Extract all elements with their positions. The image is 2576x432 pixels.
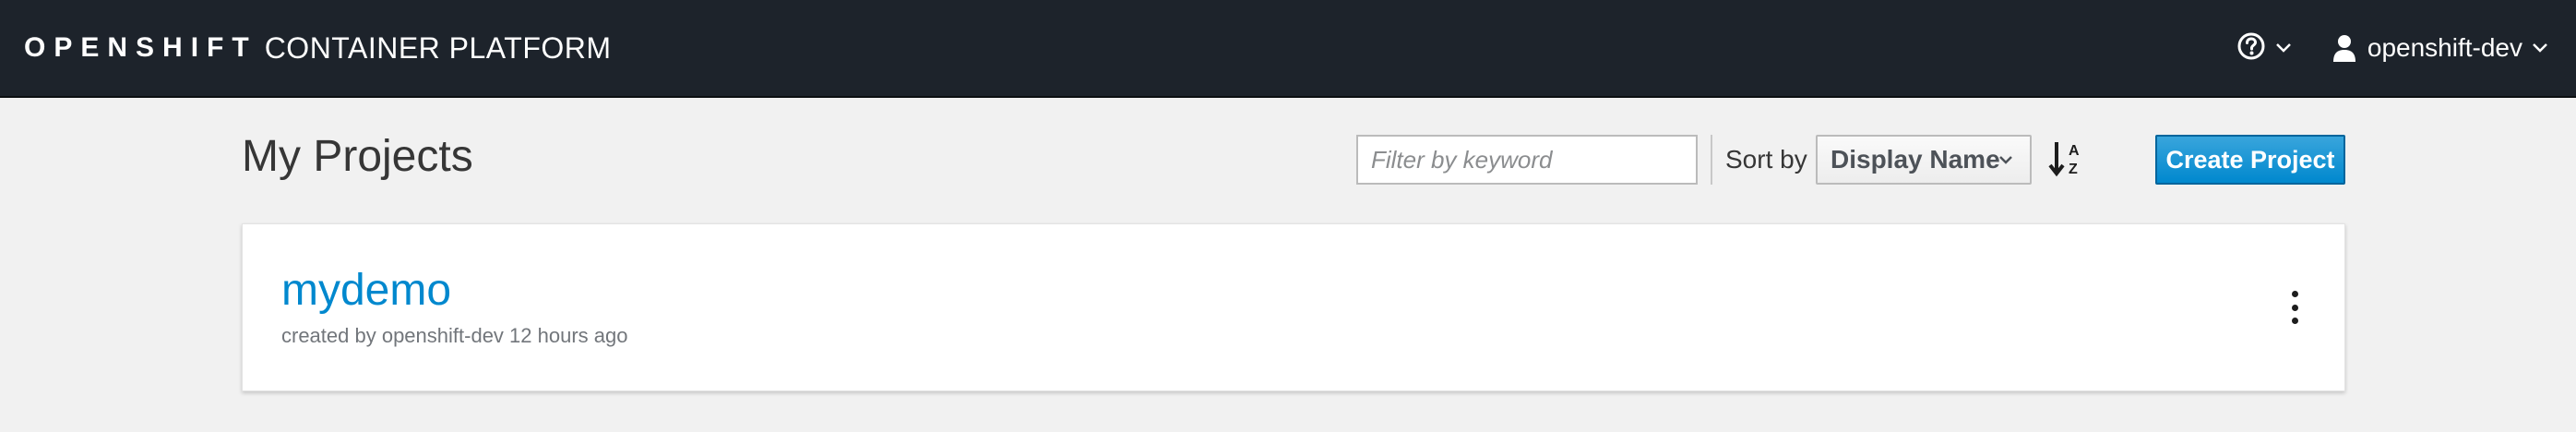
chevron-down-icon [2275,42,2292,54]
project-name-link[interactable]: mydemo [281,265,451,316]
project-card: mydemo created by openshift-dev 12 hours… [242,223,2345,391]
chevron-down-icon [1998,153,2013,170]
toolbar-divider [1711,135,1712,185]
question-circle-icon [2236,31,2266,66]
user-menu-button[interactable]: openshift-dev [2332,33,2548,63]
page-title: My Projects [242,132,473,181]
filter-by-keyword-input[interactable] [1356,135,1698,185]
brand-name-bold: OPENSHIFT [24,32,257,63]
user-icon [2332,34,2356,62]
sort-order-toggle-button[interactable]: A Z [2048,138,2085,181]
sort-alpha-asc-icon: A Z [2048,142,2085,185]
top-navbar: OPENSHIFT CONTAINER PLATFORM openshift-d… [0,0,2576,98]
svg-text:Z: Z [2069,162,2078,177]
chevron-down-icon [2532,42,2548,54]
sort-by-dropdown[interactable]: Display Name [1816,135,2032,185]
brand-logo[interactable]: OPENSHIFT CONTAINER PLATFORM [24,0,612,96]
help-menu-button[interactable] [2236,31,2292,66]
kebab-dot [2291,318,2298,324]
brand-name-light: CONTAINER PLATFORM [264,30,612,65]
kebab-menu-icon[interactable] [2285,291,2304,324]
svg-text:A: A [2069,143,2080,159]
create-project-button[interactable]: Create Project [2155,135,2345,185]
kebab-dot [2291,291,2298,297]
sort-by-selected-value: Display Name [1831,145,2000,174]
project-created-by: created by openshift-dev 12 hours ago [281,324,628,347]
kebab-dot [2291,304,2298,311]
navbar-right: openshift-dev [2236,0,2548,96]
sort-by-label: Sort by [1725,145,1807,174]
username-label: openshift-dev [2367,33,2522,62]
